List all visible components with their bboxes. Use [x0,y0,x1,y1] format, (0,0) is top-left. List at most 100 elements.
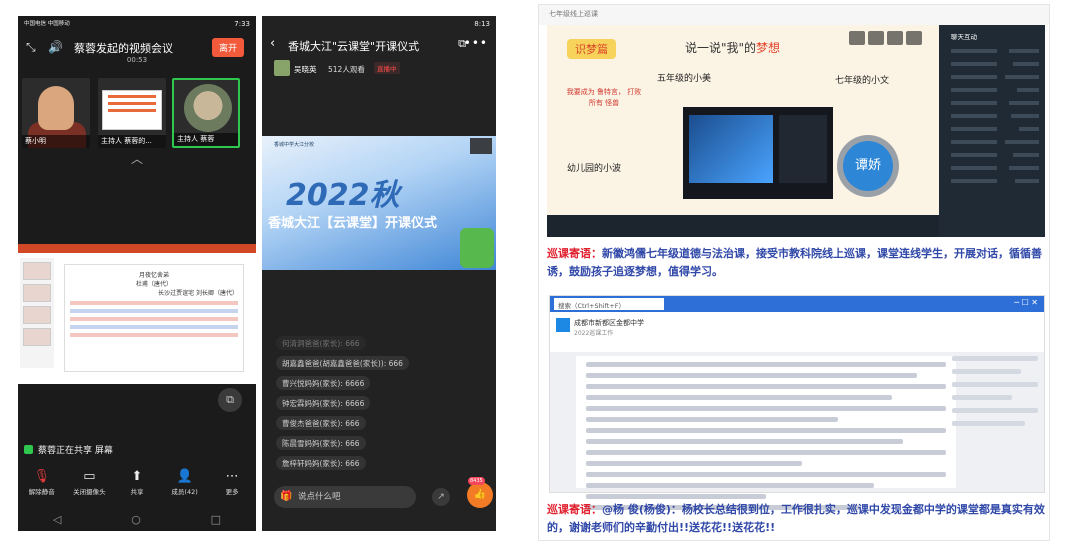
share-switch-icon[interactable]: ⧉ [218,388,242,412]
participant-face [38,86,74,130]
search-tab[interactable]: 搜索（Ctrl+Shift+F） [554,298,664,310]
back-icon[interactable]: ‹ [270,36,275,51]
document-screenshot: 搜索（Ctrl+Shift+F） ─ ☐ ✕ 成都市新都区金都中学 2022巡课… [549,295,1045,510]
participant-strip: 蔡小明 主持人 蔡蓉的... 主持人 蔡蓉 [18,78,256,150]
slide-subtitle: 杜甫（唐代） [135,281,172,288]
slide-heading: 说一说"我"的梦想 [685,39,780,56]
camera-icon: ▭ [83,469,96,484]
recents-nav-icon[interactable]: □ [211,513,221,526]
window-title: 七年级线上巡课 [539,5,1049,25]
host-name: 吴晓英 [294,65,317,74]
kindergarten-label: 幼儿园的小波 [567,164,622,174]
participant-name: 蔡小明 [22,135,90,148]
student-avatar-name: 谭娇 [843,141,893,191]
pagoda-image [184,84,232,132]
live-video[interactable]: 香城中学大江分校 2022秋 香城大江【云课堂】开课仪式 [262,136,496,270]
participant-tile[interactable]: 主持人 蔡蓉的... [98,78,166,148]
participant-tile[interactable]: 蔡小明 [22,78,90,148]
caption-1-label: 巡课寄语： [547,247,602,260]
more-button[interactable]: ⋯ 更多 [213,468,251,504]
unmute-label: 解除静音 [28,488,55,496]
more-icon: ⋯ [225,469,239,484]
school-logo [556,318,570,332]
doc-subtitle: 2022巡课工作 [574,330,614,337]
live-header: ‹ 香城大江"云课堂"开课仪式 ⧉ ••• [262,32,496,58]
speaker-cam [470,138,492,154]
participant-tile-active[interactable]: 主持人 蔡蓉 [172,78,240,148]
student-avatar: 谭娇 [837,135,899,197]
windows-logo-image [689,115,773,183]
sharing-text: 蔡蓉正在共享 屏幕 [38,446,113,456]
host-row: 吴晓英 512人观看 直播中 [262,58,496,80]
mascot-image [460,228,494,268]
video-year: 2022秋 [286,178,400,213]
live-title: 香城大江"云课堂"开课仪式 [288,40,420,53]
video-caption: 香城大江【云课堂】开课仪式 [268,216,438,231]
collapse-icon[interactable]: ︿ [18,150,256,170]
share-button[interactable]: ⬆ 共享 [118,468,156,504]
carrier-text: 中国电信 中国移动 [24,20,70,27]
doc-header: 成都市新都区金都中学 2022巡课工作 [550,312,1044,352]
grade7-label: 七年级的小文 [835,76,890,86]
camera-button[interactable]: ▭ 关闭摄像头 [70,468,108,504]
caption-2-label: 巡课寄语： [547,503,602,516]
slide-right-title: 长沙过贾谊宅 刘长卿（唐代） [158,290,238,297]
livestream-screenshot: 8:13 ‹ 香城大江"云课堂"开课仪式 ⧉ ••• 吴晓英 512人观看 直播… [262,16,496,531]
participant-name: 主持人 蔡蓉的... [98,135,166,148]
embedded-screen [683,107,833,199]
share-label: 共享 [130,488,144,496]
share-icon[interactable]: ↗ [432,488,450,506]
grade5-label: 五年级的小美 [657,74,712,84]
camera-label: 关闭摄像头 [73,488,106,496]
comment-input[interactable]: 🎁 说点什么吧 [274,486,416,508]
more-label: 更多 [225,488,239,496]
meeting-panel [779,115,827,183]
members-button[interactable]: 👤 成员(42) [166,468,204,504]
participant-name: 主持人 蔡蓉 [174,133,238,146]
caption-2-text: @杨 俊(杨俊)：杨校长总结很到位，工作很扎实，巡课中发现金都中学的课堂都是真实… [547,503,1045,534]
slide-heading-word: 梦想 [756,41,781,55]
sharing-indicator: 蔡蓉正在共享 屏幕 [24,443,113,456]
meeting-title[interactable]: 蔡蓉发起的视频会议 [74,40,173,56]
speaker-icon[interactable]: 🔊 [48,40,63,54]
collage: 中国电信 中国移动 7:33 ⤡ 🔊 蔡蓉发起的视频会议 00:53 离开 蔡小… [0,0,1080,547]
back-nav-icon[interactable]: ◁ [53,513,61,526]
comment: 胡嘉鑫爸爸(胡嘉鑫爸爸(家长)): 666 [276,356,409,370]
minimize-icon[interactable]: ⤡ [26,40,36,55]
browser-bar: 搜索（Ctrl+Shift+F） ─ ☐ ✕ [550,296,1044,312]
shared-slide: 月夜忆舍弟 杜甫（唐代） 长沙过贾谊宅 刘长卿（唐代） [64,264,244,372]
slide-controls [849,31,931,45]
slide-title: 月夜忆舍弟 [138,272,169,279]
live-badge: 直播中 [374,62,400,74]
unmute-button[interactable]: 🎙 解除静音 [23,468,61,504]
doc-school: 成都市新都区金都中学 [574,319,644,327]
caption-1: 巡课寄语：新徽鸿儒七年级道德与法治课，接受市教科院线上巡课，课堂连线学生，开展对… [547,245,1047,281]
control-icon[interactable] [868,31,884,45]
control-icon[interactable] [887,31,903,45]
slide-heading-prefix: 说一说"我"的 [685,41,757,55]
mic-off-icon: 🎙 [33,469,51,484]
control-icon[interactable] [906,31,922,45]
comment: 曹兴悦妈妈(家长): 6666 [276,376,371,390]
home-nav-icon[interactable]: ○ [131,513,141,526]
control-icon[interactable] [849,31,865,45]
dream-text: 我要成为 鲁特言， 打败所有 怪兽 [566,88,642,107]
viewer-count: 512人观看 [328,65,365,74]
clock: 7:33 [234,20,250,28]
clock: 8:13 [474,20,490,28]
ppt-ribbon [18,244,256,253]
like-button[interactable]: 👍 [467,482,493,508]
comment: 何清洞爸爸(家长): 666 [276,336,366,350]
chat-title: 聊天互动 [951,33,977,41]
share-status-icon [24,445,33,454]
leave-button[interactable]: 离开 [211,38,244,57]
window-controls-icon[interactable]: ─ ☐ ✕ [1014,298,1038,307]
gift-icon[interactable]: 🎁 [280,486,292,508]
meeting-timer: 00:53 [126,56,148,64]
comment: 詹梓轩妈妈(家长): 666 [276,456,366,470]
more-icon[interactable]: ••• [464,36,488,50]
comment-placeholder: 说点什么吧 [298,492,341,502]
comment-feed: 何清洞爸爸(家长): 666 胡嘉鑫爸爸(胡嘉鑫爸爸(家长)): 666 曹兴悦… [276,336,409,476]
host-avatar[interactable] [274,60,290,76]
caption-2: 巡课寄语：@杨 俊(杨俊)：杨校长总结很到位，工作很扎实，巡课中发现金都中学的课… [547,501,1047,537]
